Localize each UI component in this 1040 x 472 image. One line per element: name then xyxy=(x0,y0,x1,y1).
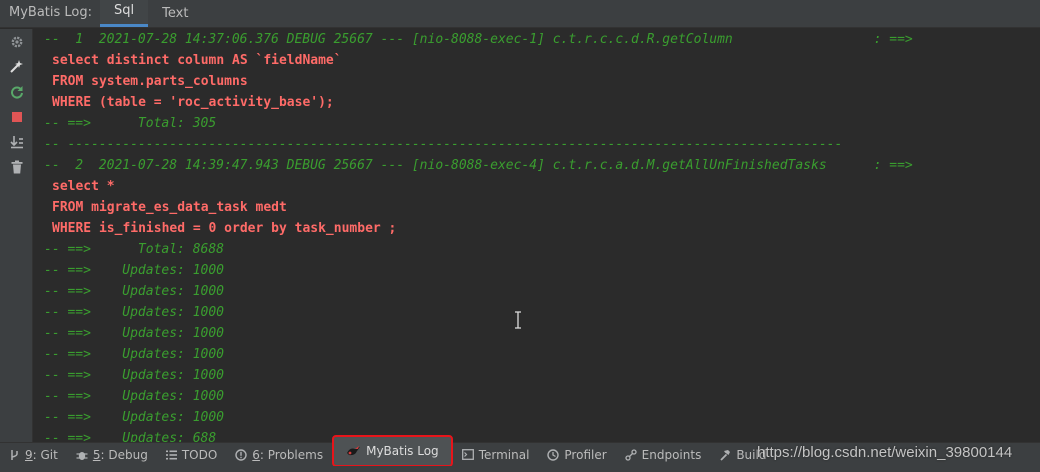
tool-problems-number: 6 xyxy=(252,447,260,462)
tool-todo[interactable]: TODO xyxy=(157,444,226,466)
tool-terminal-label: Terminal xyxy=(478,447,530,462)
panel-header: MyBatis Log: Sql Text xyxy=(0,0,1040,28)
log-line: -- ==> Updates: 1000 xyxy=(44,410,225,425)
format-button[interactable] xyxy=(0,54,33,79)
log-line: -- ==> Updates: 1000 xyxy=(44,389,225,404)
tab-text-label: Text xyxy=(162,6,189,21)
sql-line: FROM migrate_es_data_task medt xyxy=(52,200,287,215)
sql-line: WHERE (table = 'roc_activity_base'); xyxy=(52,95,334,110)
debug-bug-icon xyxy=(76,451,88,460)
log-line: -- 1 2021-07-28 14:37:06.376 DEBUG 25667… xyxy=(44,32,913,47)
log-line: -- ==> Updates: 1000 xyxy=(44,326,225,341)
sql-line: WHERE is_finished = 0 order by task_numb… xyxy=(52,221,397,236)
git-branch-icon xyxy=(11,449,18,460)
tab-sql[interactable]: Sql xyxy=(100,0,149,27)
scroll-to-end-icon xyxy=(9,135,23,148)
log-separator: -- -------------------------------------… xyxy=(44,137,843,152)
clear-button[interactable] xyxy=(0,154,33,179)
tool-git-label: : Git xyxy=(32,447,58,462)
mybatis-bird-icon xyxy=(347,445,361,455)
log-line: -- ==> Total: 305 xyxy=(44,116,217,131)
log-line: -- ==> Updates: 1000 xyxy=(44,284,225,299)
terminal-icon xyxy=(461,449,474,460)
tool-problems[interactable]: 6: Problems xyxy=(226,444,332,466)
log-line: -- ==> Total: 8688 xyxy=(44,242,225,257)
tool-mybatis-log-label: MyBatis Log xyxy=(366,443,439,458)
watermark: https://blog.csdn.net/weixin_39800144 xyxy=(757,444,1013,461)
tool-profiler-label: Profiler xyxy=(564,447,607,462)
magic-wand-icon xyxy=(10,60,23,73)
console-toolbar xyxy=(0,29,33,442)
log-line: -- ==> Updates: 688 xyxy=(44,431,217,442)
log-console[interactable]: -- 1 2021-07-28 14:37:06.376 DEBUG 25667… xyxy=(34,29,1040,442)
tab-sql-label: Sql xyxy=(114,3,135,18)
status-bar xyxy=(0,466,1040,472)
tool-profiler[interactable]: Profiler xyxy=(538,444,615,466)
tool-endpoints-label: Endpoints xyxy=(641,447,702,462)
text-cursor-icon xyxy=(515,311,521,329)
tab-text[interactable]: Text xyxy=(148,0,202,27)
endpoints-icon xyxy=(625,448,637,461)
tool-todo-label: TODO xyxy=(181,447,218,462)
log-line: -- ==> Updates: 1000 xyxy=(44,263,225,278)
settings-button[interactable] xyxy=(0,29,33,54)
stop-icon xyxy=(11,111,22,122)
log-line: -- 2 2021-07-28 14:39:47.943 DEBUG 25667… xyxy=(44,158,913,173)
scroll-to-end-button[interactable] xyxy=(0,129,33,154)
todo-list-icon xyxy=(165,450,177,459)
sql-line: select * xyxy=(52,179,115,194)
trash-icon xyxy=(11,160,22,173)
tool-git-number: 9 xyxy=(25,447,33,462)
rerun-button[interactable] xyxy=(0,79,33,104)
problems-icon xyxy=(235,448,247,461)
log-line: -- ==> Updates: 1000 xyxy=(44,347,225,362)
tool-git[interactable]: 9: Git xyxy=(0,444,67,466)
tool-debug[interactable]: 5: Debug xyxy=(67,444,157,466)
tool-problems-label: : Problems xyxy=(259,447,324,462)
log-line: -- ==> Updates: 1000 xyxy=(44,368,225,383)
sql-line: FROM system.parts_columns xyxy=(52,74,248,89)
tool-endpoints[interactable]: Endpoints xyxy=(616,444,711,466)
tool-terminal[interactable]: Terminal xyxy=(453,444,539,466)
stop-button[interactable] xyxy=(0,104,33,129)
tool-mybatis-log[interactable]: MyBatis Log xyxy=(332,434,453,467)
build-hammer-icon xyxy=(720,449,731,461)
sql-line: select distinct column AS `fieldName` xyxy=(52,53,342,68)
tool-debug-label: : Debug xyxy=(100,447,148,462)
profiler-icon xyxy=(547,448,560,461)
log-line: -- ==> Updates: 1000 xyxy=(44,305,225,320)
panel-title: MyBatis Log: xyxy=(9,5,93,20)
rerun-icon xyxy=(10,85,23,99)
gear-icon xyxy=(11,36,22,47)
tool-debug-number: 5 xyxy=(92,447,101,462)
